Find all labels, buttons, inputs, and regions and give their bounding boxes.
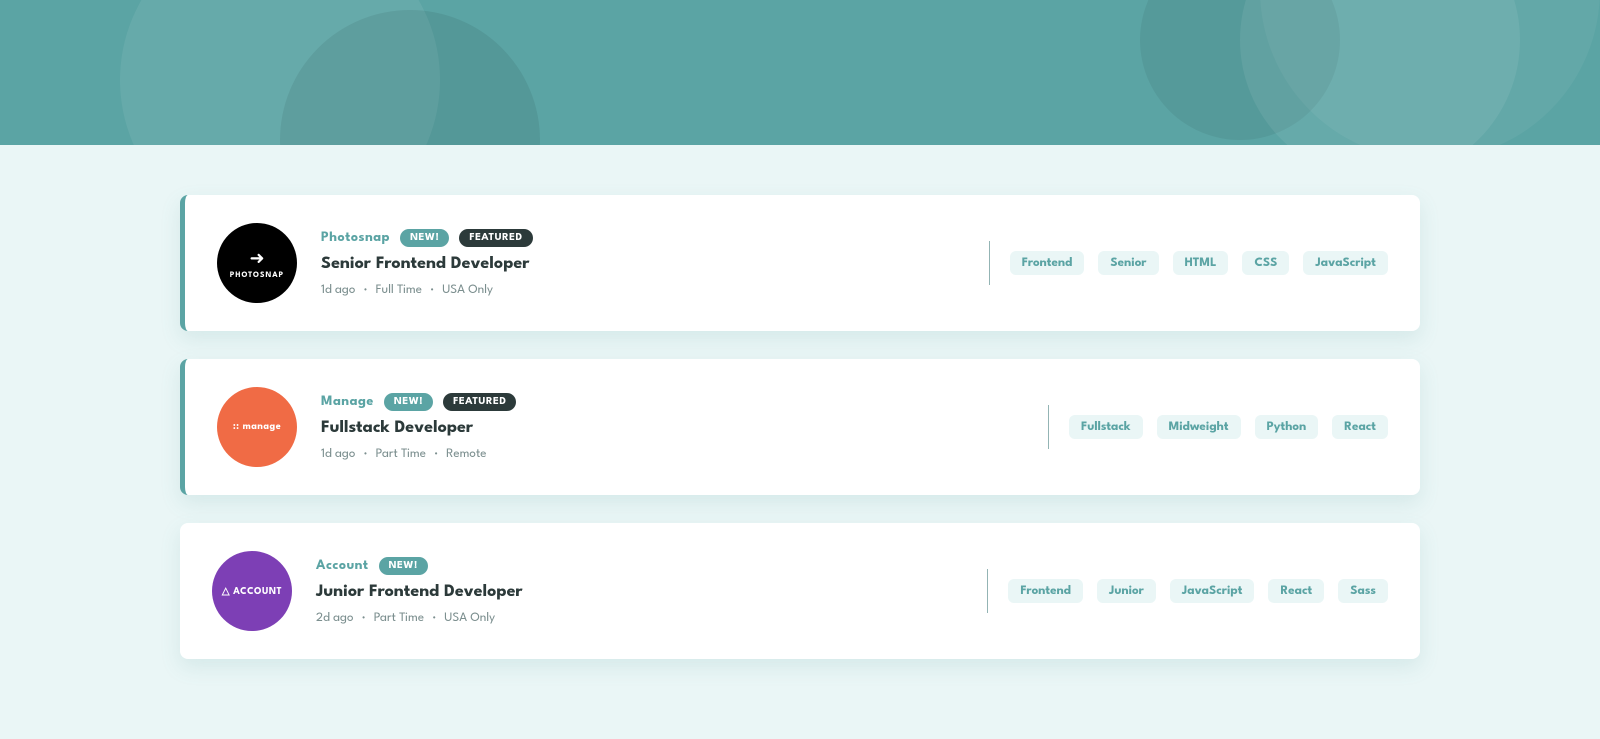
job-type-3: Part Time — [374, 612, 424, 624]
job-meta-3: 2d ago · Part Time · USA Only — [316, 610, 967, 625]
meta-dot-2-1: · — [430, 282, 434, 297]
badge-new-3: NEW! — [379, 557, 428, 575]
meta-dot-2-3: · — [432, 610, 436, 625]
divider-2 — [1048, 405, 1049, 449]
hero-banner — [0, 0, 1600, 145]
divider-1 — [989, 241, 990, 285]
tag-javascript-3[interactable]: JavaScript — [1170, 579, 1255, 603]
tag-frontend-3[interactable]: Frontend — [1008, 579, 1083, 603]
company-row-2: Manage NEW! FEATURED — [321, 393, 1028, 411]
tag-midweight-2[interactable]: Midweight — [1157, 415, 1241, 439]
company-row-3: Account NEW! — [316, 557, 967, 575]
main-content: ➜ PHOTOSNAP Photosnap NEW! FEATURED Senior … — [0, 145, 1600, 739]
tags-container-3: Frontend Junior JavaScript React Sass — [1008, 579, 1388, 603]
company-row-1: Photosnap NEW! FEATURED — [321, 229, 969, 247]
meta-dot-1-1: · — [363, 282, 367, 297]
divider-3 — [987, 569, 988, 613]
company-logo-manage: :: manage — [217, 387, 297, 467]
job-meta-2: 1d ago · Part Time · Remote — [321, 446, 1028, 461]
tag-frontend-1[interactable]: Frontend — [1010, 251, 1085, 275]
job-type-1: Full Time — [376, 284, 422, 296]
badge-new-2: NEW! — [384, 393, 433, 411]
tags-container-2: Fullstack Midweight Python React — [1069, 415, 1388, 439]
job-posted-1: 1d ago — [321, 284, 355, 296]
job-location-2: Remote — [446, 448, 486, 460]
job-title-3[interactable]: Junior Frontend Developer — [316, 583, 967, 600]
job-type-2: Part Time — [376, 448, 426, 460]
tag-python-2[interactable]: Python — [1255, 415, 1319, 439]
job-info-2: Manage NEW! FEATURED Fullstack Developer 1d … — [321, 393, 1028, 461]
tag-sass-3[interactable]: Sass — [1338, 579, 1388, 603]
tag-fullstack-2[interactable]: Fullstack — [1069, 415, 1143, 439]
tag-html-1[interactable]: HTML — [1173, 251, 1229, 275]
job-posted-2: 1d ago — [321, 448, 355, 460]
company-name-3: Account — [316, 560, 369, 573]
tag-react-2[interactable]: React — [1332, 415, 1388, 439]
badge-featured-2: FEATURED — [443, 393, 516, 411]
job-location-1: USA Only — [442, 284, 493, 296]
badge-new-1: NEW! — [400, 229, 449, 247]
job-card-2: :: manage Manage NEW! FEATUREDFullstack Dev… — [180, 359, 1420, 495]
meta-dot-1-3: · — [362, 610, 366, 625]
company-name-2: Manage — [321, 396, 374, 409]
job-info-1: Photosnap NEW! FEATURED Senior Frontend Dev… — [321, 229, 969, 297]
company-name-1: Photosnap — [321, 232, 390, 245]
job-title-2[interactable]: Fullstack Developer — [321, 419, 1028, 436]
tag-javascript-1[interactable]: JavaScript — [1303, 251, 1388, 275]
meta-dot-2-2: · — [434, 446, 438, 461]
job-meta-1: 1d ago · Full Time · USA Only — [321, 282, 969, 297]
meta-dot-1-2: · — [363, 446, 367, 461]
job-card-3: △ ACCOUNT Account NEW! Junior Frontend Deve… — [180, 523, 1420, 659]
tag-senior-1[interactable]: Senior — [1098, 251, 1158, 275]
company-logo-account: △ ACCOUNT — [212, 551, 292, 631]
tag-react-3[interactable]: React — [1268, 579, 1324, 603]
job-card-1: ➜ PHOTOSNAP Photosnap NEW! FEATURED Senior … — [180, 195, 1420, 331]
job-title-1[interactable]: Senior Frontend Developer — [321, 255, 969, 272]
tag-junior-3[interactable]: Junior — [1097, 579, 1156, 603]
company-logo-photosnap: ➜ PHOTOSNAP — [217, 223, 297, 303]
badge-featured-1: FEATURED — [459, 229, 532, 247]
job-info-3: Account NEW! Junior Frontend Developer 2d a… — [316, 557, 967, 625]
tag-css-1[interactable]: CSS — [1242, 251, 1289, 275]
tags-container-1: Frontend Senior HTML CSS JavaScript — [1010, 251, 1388, 275]
job-location-3: USA Only — [444, 612, 495, 624]
job-posted-3: 2d ago — [316, 612, 354, 624]
